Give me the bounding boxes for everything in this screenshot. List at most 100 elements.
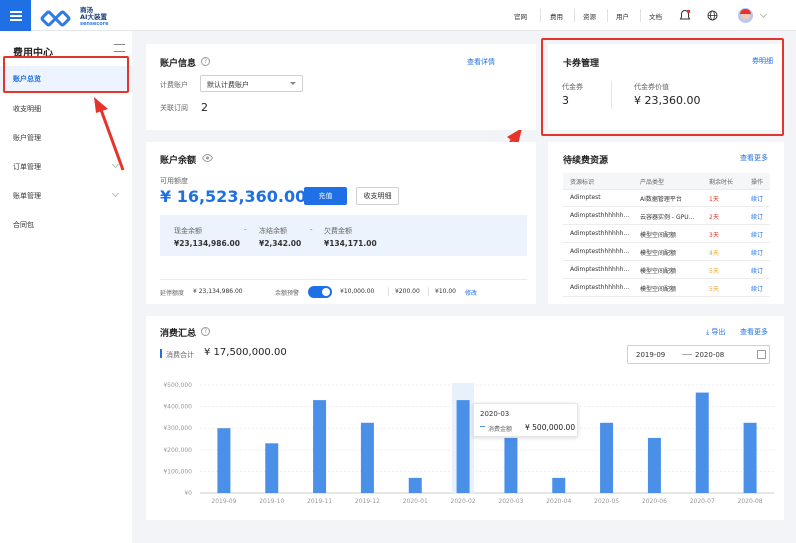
resource-id: Adimptesthhhhhh... [570, 248, 630, 255]
top-bar [0, 0, 796, 31]
y-tick-label: ¥300,000 [163, 425, 192, 432]
nav-guanwang[interactable]: 官网 [514, 0, 527, 31]
annotation-box-coupon [541, 38, 784, 136]
bar[interactable] [647, 437, 661, 493]
remaining-time: 3天 [709, 232, 719, 239]
alert-toggle[interactable] [308, 286, 332, 298]
x-tick-label: 2019-09 [211, 498, 236, 505]
sidebar-item-orders[interactable]: 订单管理 [13, 162, 41, 172]
nav-separator [574, 9, 575, 22]
help-icon[interactable]: ? [201, 57, 210, 66]
x-tick-label: 2020-02 [451, 498, 476, 505]
bar[interactable] [552, 477, 566, 493]
alert-value-2: ¥200.00 [395, 288, 420, 295]
resource-id: Adimptest [570, 194, 601, 201]
y-tick-label: ¥100,000 [163, 468, 192, 475]
collapse-icon[interactable] [114, 44, 125, 52]
owed-label: 欠费金额 [324, 227, 352, 235]
renewal-more-link[interactable]: 查看更多 [740, 153, 768, 163]
billing-account-select[interactable]: 默认计费账户 [200, 75, 303, 92]
bar[interactable] [313, 400, 327, 493]
avatar[interactable] [738, 8, 753, 23]
credit-label: 延停额度 [160, 290, 185, 297]
download-icon: ⤓ [706, 328, 710, 336]
sidebar-item-bills[interactable]: 账单管理 [13, 191, 41, 201]
renew-link[interactable]: 续订 [751, 266, 763, 275]
remaining-time: 4天 [709, 250, 719, 257]
bar[interactable] [265, 443, 279, 493]
toggle-knob [322, 288, 330, 296]
col-header: 产品类型 [640, 179, 665, 186]
product-type: 模型空间配额 [640, 232, 677, 239]
available-value: ¥ 16,523,360.00 [160, 187, 307, 206]
menu-button[interactable] [0, 0, 31, 31]
table-row: Adimptesthhhhhh... 模型空间配额 4天 续订 [563, 244, 770, 261]
available-label: 可用额度 [160, 177, 188, 185]
nav-users[interactable]: 用户 [616, 0, 629, 31]
product-type: 模型空间配额 [640, 286, 677, 293]
tooltip-label: 消费金额 [488, 426, 513, 433]
nav-fees[interactable]: 费用 [550, 0, 563, 31]
subscription-label: 关联订阅 [160, 104, 188, 112]
hamburger-icon [9, 14, 22, 17]
help-icon[interactable]: ? [201, 327, 210, 336]
date-range-picker[interactable]: 2019-09 2020-08 [627, 345, 770, 364]
table-row: Adimptesthhhhhh... 云容器实例 - GPU... 2天 续订 [563, 208, 770, 225]
bar[interactable] [695, 392, 709, 493]
modify-link[interactable]: 修改 [465, 288, 477, 297]
bar[interactable] [504, 437, 518, 493]
nav-resources[interactable]: 资源 [583, 0, 596, 31]
product-type: 模型空间配额 [640, 268, 677, 275]
divider [160, 279, 527, 280]
export-button[interactable]: ⤓ 导出 [706, 327, 725, 337]
renew-link[interactable]: 续订 [751, 230, 763, 239]
x-tick-label: 2020-03 [498, 498, 523, 505]
col-header: 操作 [751, 179, 764, 186]
transactions-button[interactable]: 收支明细 [356, 187, 399, 205]
renew-link[interactable]: 续订 [751, 212, 763, 221]
total-marker [160, 349, 162, 358]
bell-icon[interactable] [679, 9, 691, 24]
x-tick-label: 2019-10 [259, 498, 284, 505]
bar[interactable] [743, 422, 757, 493]
logo-line2: AI大装置 [80, 13, 107, 21]
bar[interactable] [360, 422, 374, 493]
view-details-link[interactable]: 查看详情 [467, 57, 495, 67]
cash-label: 现金余额 [174, 227, 202, 235]
resource-id: Adimptesthhhhhh... [570, 212, 630, 219]
account-info-title: 账户信息 [160, 59, 197, 69]
remaining-time: 5天 [709, 286, 719, 293]
bar[interactable] [217, 428, 231, 493]
logo: 商汤 AI大装置 sensecore [39, 7, 109, 28]
logo-icon [39, 8, 76, 28]
bar[interactable] [408, 477, 422, 493]
total-value: ¥ 17,500,000.00 [204, 347, 287, 358]
summary-more-link[interactable]: 查看更多 [740, 327, 768, 337]
minus-sign: - [244, 226, 247, 234]
alert-value-3: ¥10.00 [435, 288, 456, 295]
eye-icon[interactable] [201, 154, 214, 164]
sidebar-item-contracts[interactable]: 合同包 [13, 220, 34, 230]
sidebar-item-transactions[interactable]: 收支明细 [13, 104, 41, 114]
renew-link[interactable]: 续订 [751, 194, 763, 203]
consumption-chart: ¥0 ¥100,000 ¥200,000 ¥300,000 ¥400,000 ¥500,0… [163, 382, 774, 505]
annotation-arrow [94, 97, 125, 171]
annotation-box-sidebar [3, 56, 129, 93]
bar[interactable] [600, 422, 614, 493]
renew-link[interactable]: 续订 [751, 284, 763, 293]
col-header: 资源标识 [570, 179, 595, 186]
divider [428, 287, 429, 296]
sidebar-item-account-mgmt[interactable]: 账户管理 [13, 133, 41, 143]
table-row: Adimptest AI数据管理平台 1天 续订 [563, 190, 770, 207]
renew-link[interactable]: 续订 [751, 248, 763, 257]
date-from: 2019-09 [636, 351, 666, 359]
minus-sign: - [310, 226, 313, 234]
billing-account-value: 默认计费账户 [207, 81, 249, 89]
recharge-button[interactable]: 充值 [304, 187, 347, 205]
nav-docs[interactable]: 文档 [649, 0, 662, 31]
balance-title: 账户余额 [160, 156, 197, 166]
bar[interactable] [456, 400, 470, 493]
nav-separator [540, 9, 541, 22]
globe-icon[interactable] [707, 10, 718, 23]
credit-value: ¥ 23,134,986.00 [193, 288, 243, 295]
